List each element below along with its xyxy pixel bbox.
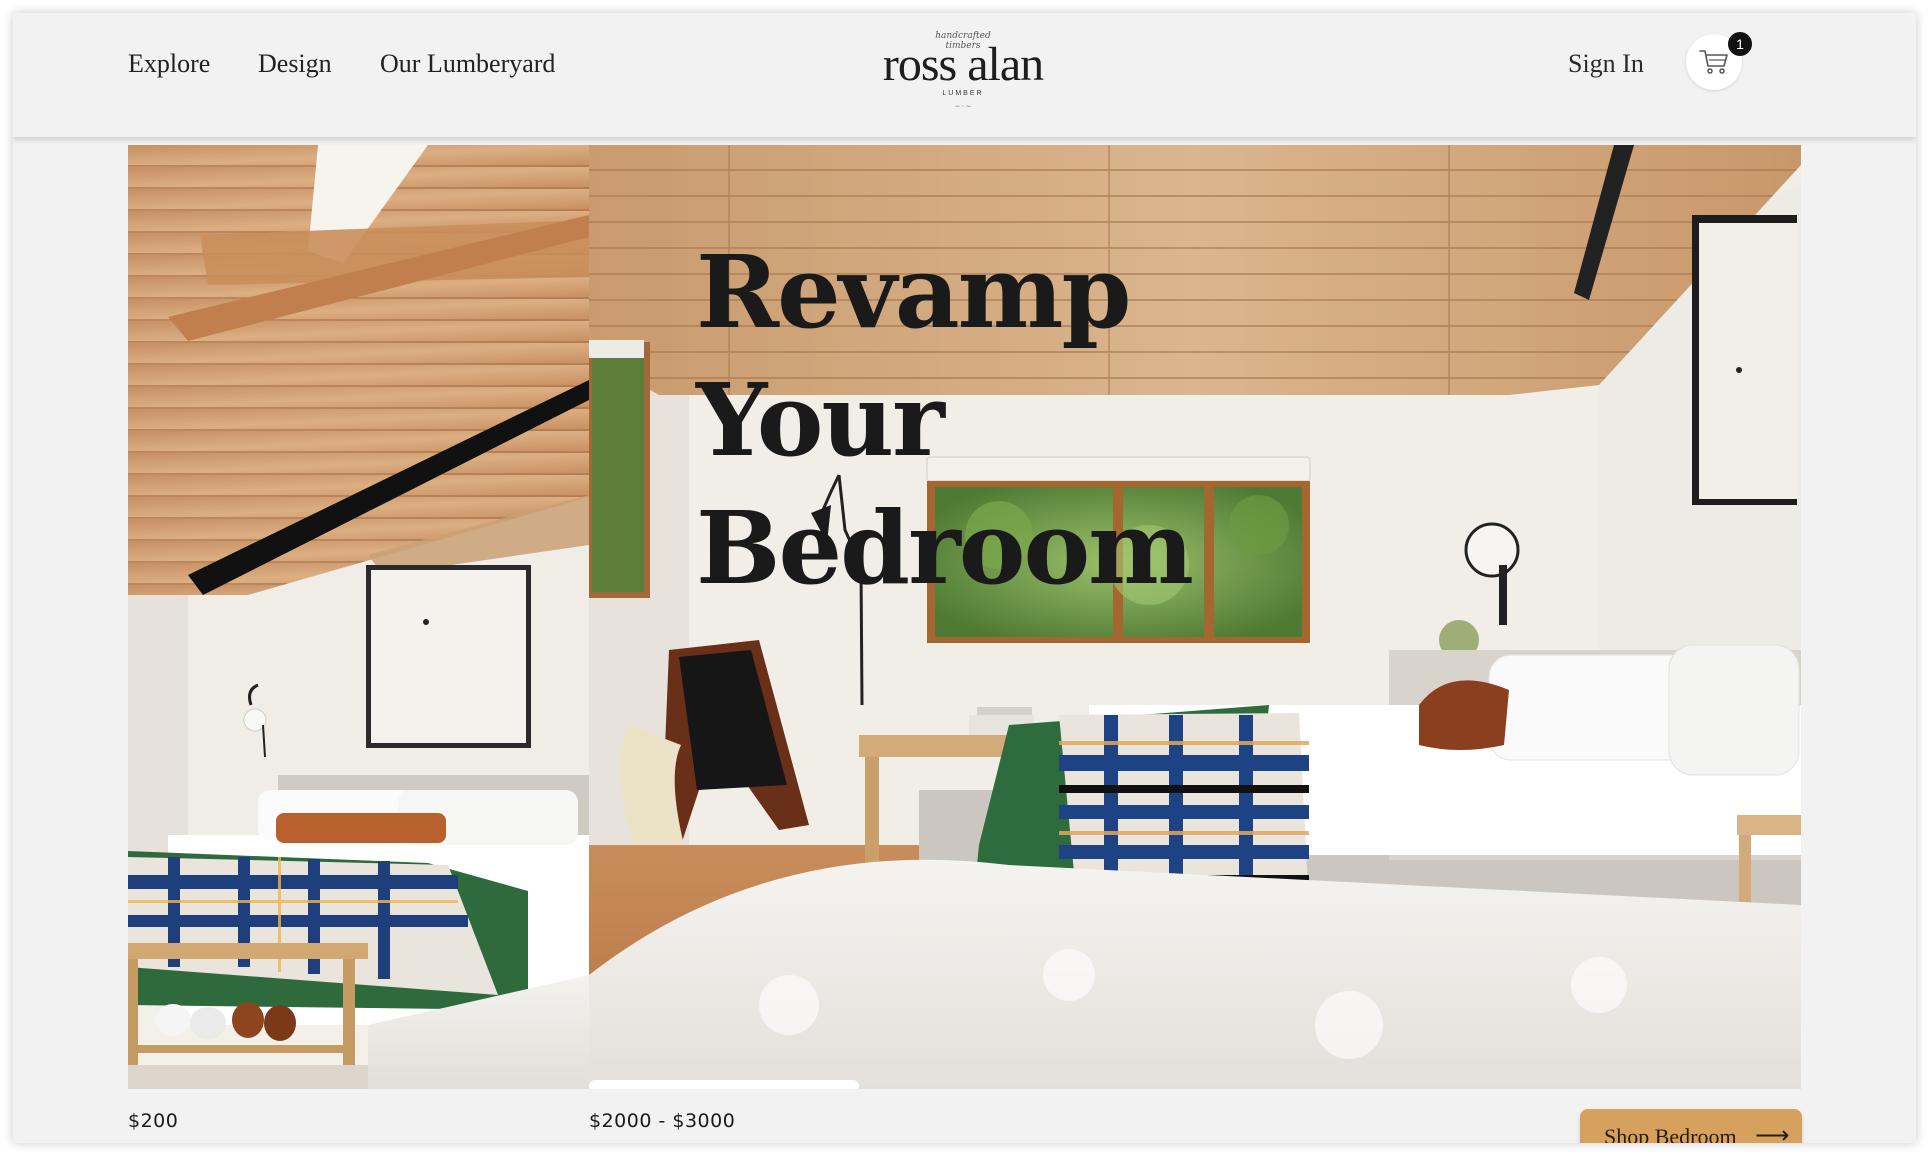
logo-ornament: ~ · ~: [955, 102, 971, 111]
brand-logo[interactable]: handcrafted timbers ross alan LUMBER ~ ·…: [873, 27, 1053, 117]
product-card-attic-bedroom[interactable]: [128, 145, 589, 1089]
product-price-main: $2000 - $3000: [589, 1110, 736, 1132]
hero-heading-line-1: Revamp Your: [696, 233, 1131, 479]
logo-subtitle: LUMBER: [942, 90, 984, 97]
product-price-left: $200: [128, 1110, 179, 1132]
hero-heading-line-2: Bedroom: [696, 489, 1194, 607]
nav-explore-link[interactable]: Explore: [128, 49, 210, 79]
browser-page: Explore Design Our Lumberyard handcrafte…: [13, 13, 1916, 1143]
shop-bedroom-button[interactable]: Shop Bedroom ⟶: [1580, 1109, 1802, 1143]
cart-icon: [1699, 50, 1728, 74]
nav-our-lumberyard-link[interactable]: Our Lumberyard: [380, 49, 555, 79]
logo-wordmark: ross alan: [882, 38, 1044, 91]
arrow-right-icon: ⟶: [1755, 1121, 1790, 1143]
site-header: Explore Design Our Lumberyard handcrafte…: [13, 13, 1916, 137]
attic-bedroom-image: [128, 145, 589, 1089]
hero-heading: Revamp Your Bedroom: [696, 228, 1396, 612]
carousel-indicator: [589, 1080, 859, 1089]
cart-count-badge: 1: [1728, 32, 1752, 56]
sign-in-link[interactable]: Sign In: [1568, 49, 1644, 79]
nav-design-link[interactable]: Design: [258, 49, 332, 79]
shop-bedroom-label: Shop Bedroom: [1604, 1124, 1737, 1143]
